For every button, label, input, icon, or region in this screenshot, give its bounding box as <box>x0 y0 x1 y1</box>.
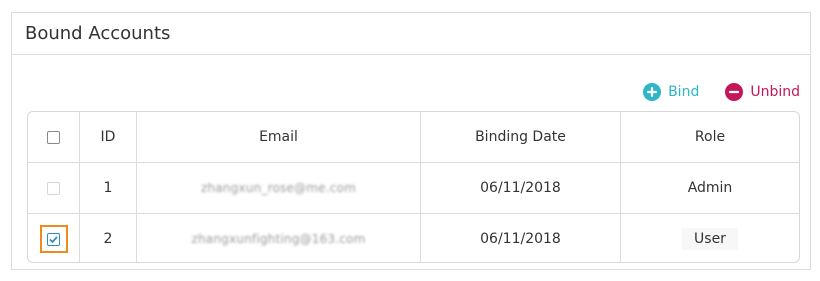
row-email-cell: zhangxun_rose@me.com <box>137 163 421 213</box>
panel-title: Bound Accounts <box>25 23 171 44</box>
plus-circle-icon <box>643 83 662 101</box>
table-row[interactable]: 1 zhangxun_rose@me.com 06/11/2018 Admin <box>28 163 799 213</box>
title-divider <box>12 54 810 55</box>
row-email: zhangxunfighting@163.com <box>191 232 366 246</box>
row-role: Admin <box>687 180 733 196</box>
row-checkbox[interactable] <box>47 181 60 195</box>
header-check-cell <box>28 112 80 162</box>
bound-accounts-panel: Bound Accounts Bind Unbind ID Email Bind… <box>11 12 811 270</box>
bind-button[interactable]: Bind <box>643 83 699 101</box>
header-id: ID <box>80 112 137 162</box>
unbind-button[interactable]: Unbind <box>725 83 800 101</box>
bind-label: Bind <box>668 84 700 100</box>
row-check-cell <box>28 214 80 262</box>
row-binding-date: 06/11/2018 <box>421 163 621 213</box>
row-id: 2 <box>80 214 137 262</box>
row-email: zhangxun_rose@me.com <box>201 181 356 195</box>
row-binding-date: 06/11/2018 <box>421 214 621 262</box>
table-header-row: ID Email Binding Date Role <box>28 112 799 162</box>
focus-highlight <box>39 225 68 253</box>
checkmark-icon <box>49 235 58 243</box>
table-actions: Bind Unbind <box>643 81 800 103</box>
table-row[interactable]: 2 zhangxunfighting@163.com 06/11/2018 Us… <box>28 214 799 262</box>
header-role: Role <box>694 129 726 145</box>
minus-circle-icon <box>725 83 744 101</box>
row-id: 1 <box>80 163 137 213</box>
row-checkbox-checked[interactable] <box>47 232 60 246</box>
select-all-checkbox[interactable] <box>47 130 60 144</box>
unbind-label: Unbind <box>750 84 800 100</box>
row-role-cell: User <box>621 214 799 262</box>
row-check-cell <box>28 163 80 213</box>
accounts-table: ID Email Binding Date Role 1 zhangxun_ro… <box>27 111 800 263</box>
row-role: User <box>682 228 738 250</box>
header-binding-date: Binding Date <box>421 112 621 162</box>
row-email-cell: zhangxunfighting@163.com <box>137 214 421 262</box>
header-email: Email <box>137 112 421 162</box>
